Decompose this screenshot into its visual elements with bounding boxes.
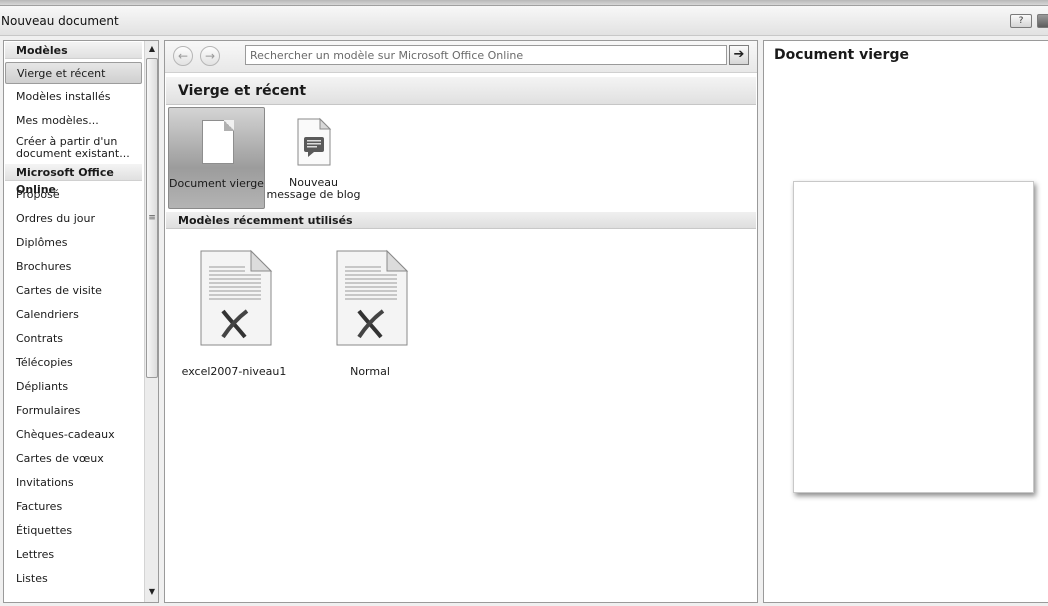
help-button[interactable]: ? (1010, 14, 1032, 28)
dialog-titlebar: Nouveau document ? (0, 6, 1048, 36)
sidebar-item-letters[interactable]: Lettres (5, 544, 142, 566)
sidebar-item-blank-recent[interactable]: Vierge et récent (5, 62, 142, 84)
scroll-up-icon[interactable]: ▲ (145, 41, 158, 57)
section-header-templates: Modèles (5, 42, 142, 59)
sidebar-item-invoices[interactable]: Factures (5, 496, 142, 518)
sidebar-item-invitations[interactable]: Invitations (5, 472, 142, 494)
back-arrow-icon[interactable]: ← (173, 46, 193, 66)
dialog-title: Nouveau document (1, 14, 119, 28)
forward-arrow-icon[interactable]: → (200, 46, 220, 66)
sidebar-item-forms[interactable]: Formulaires (5, 400, 142, 422)
page-fold-icon (224, 120, 234, 131)
sidebar-item-brochures[interactable]: Brochures (5, 256, 142, 278)
sidebar-item-agendas[interactable]: Ordres du jour (5, 208, 142, 230)
template-categories-pane: Modèles Vierge et récent Modèles install… (3, 40, 159, 603)
sidebar-item-greeting-cards[interactable]: Cartes de vœux (5, 448, 142, 470)
sidebar-item-business-cards[interactable]: Cartes de visite (5, 280, 142, 302)
sidebar-item-flyers[interactable]: Dépliants (5, 376, 142, 398)
sidebar-scrollbar[interactable]: ▲ ≡ ▼ (144, 41, 158, 602)
template-search-input[interactable] (245, 45, 727, 65)
search-toolbar: ← → ➔ (165, 41, 757, 73)
tile-label: Document vierge (169, 177, 264, 190)
preview-page-thumbnail (793, 181, 1034, 493)
blank-document-tile[interactable]: Document vierge (168, 107, 265, 209)
preview-title: Document vierge (774, 47, 909, 63)
sidebar-item-installed-templates[interactable]: Modèles installés (5, 86, 142, 108)
section-header-office-online: Microsoft Office Online (5, 164, 142, 196)
close-button[interactable] (1037, 14, 1048, 28)
templates-gallery-pane: ← → ➔ Vierge et récent Document vierge N… (164, 40, 758, 603)
gallery-section-title: Vierge et récent (166, 77, 756, 105)
sidebar-item-my-templates[interactable]: Mes modèles... (5, 110, 142, 132)
tile-label: Nouveau message de blog (266, 176, 361, 201)
recent-template-label: excel2007-niveau1 (181, 365, 287, 378)
preview-pane: Document vierge (763, 40, 1048, 603)
recent-templates-header: Modèles récemment utilisés (166, 212, 756, 229)
recent-template-item[interactable]: excel2007-niveau1 (179, 249, 289, 379)
blog-post-tile[interactable]: Nouveau message de blog (265, 107, 362, 209)
scroll-down-icon[interactable]: ▼ (145, 584, 158, 600)
sidebar-item-proposed[interactable]: Proposé (5, 184, 142, 206)
sidebar-item-diplomas[interactable]: Diplômes (5, 232, 142, 254)
sidebar-item-faxes[interactable]: Télécopies (5, 352, 142, 374)
blog-post-icon (297, 117, 332, 166)
sidebar-item-from-existing[interactable]: Créer à partir d'un document existant... (5, 135, 142, 163)
excel-template-icon (200, 249, 273, 346)
sidebar-item-labels[interactable]: Étiquettes (5, 520, 142, 542)
search-go-button[interactable]: ➔ (729, 45, 749, 65)
recent-template-label: Normal (350, 365, 390, 378)
excel-template-icon (336, 249, 409, 346)
recent-template-item[interactable]: Normal (315, 249, 425, 379)
sidebar-item-contracts[interactable]: Contrats (5, 328, 142, 350)
sidebar-item-gift-certificates[interactable]: Chèques-cadeaux (5, 424, 142, 446)
sidebar-item-lists[interactable]: Listes (5, 568, 142, 590)
scrollbar-thumb[interactable]: ≡ (146, 58, 158, 378)
sidebar-item-calendars[interactable]: Calendriers (5, 304, 142, 326)
